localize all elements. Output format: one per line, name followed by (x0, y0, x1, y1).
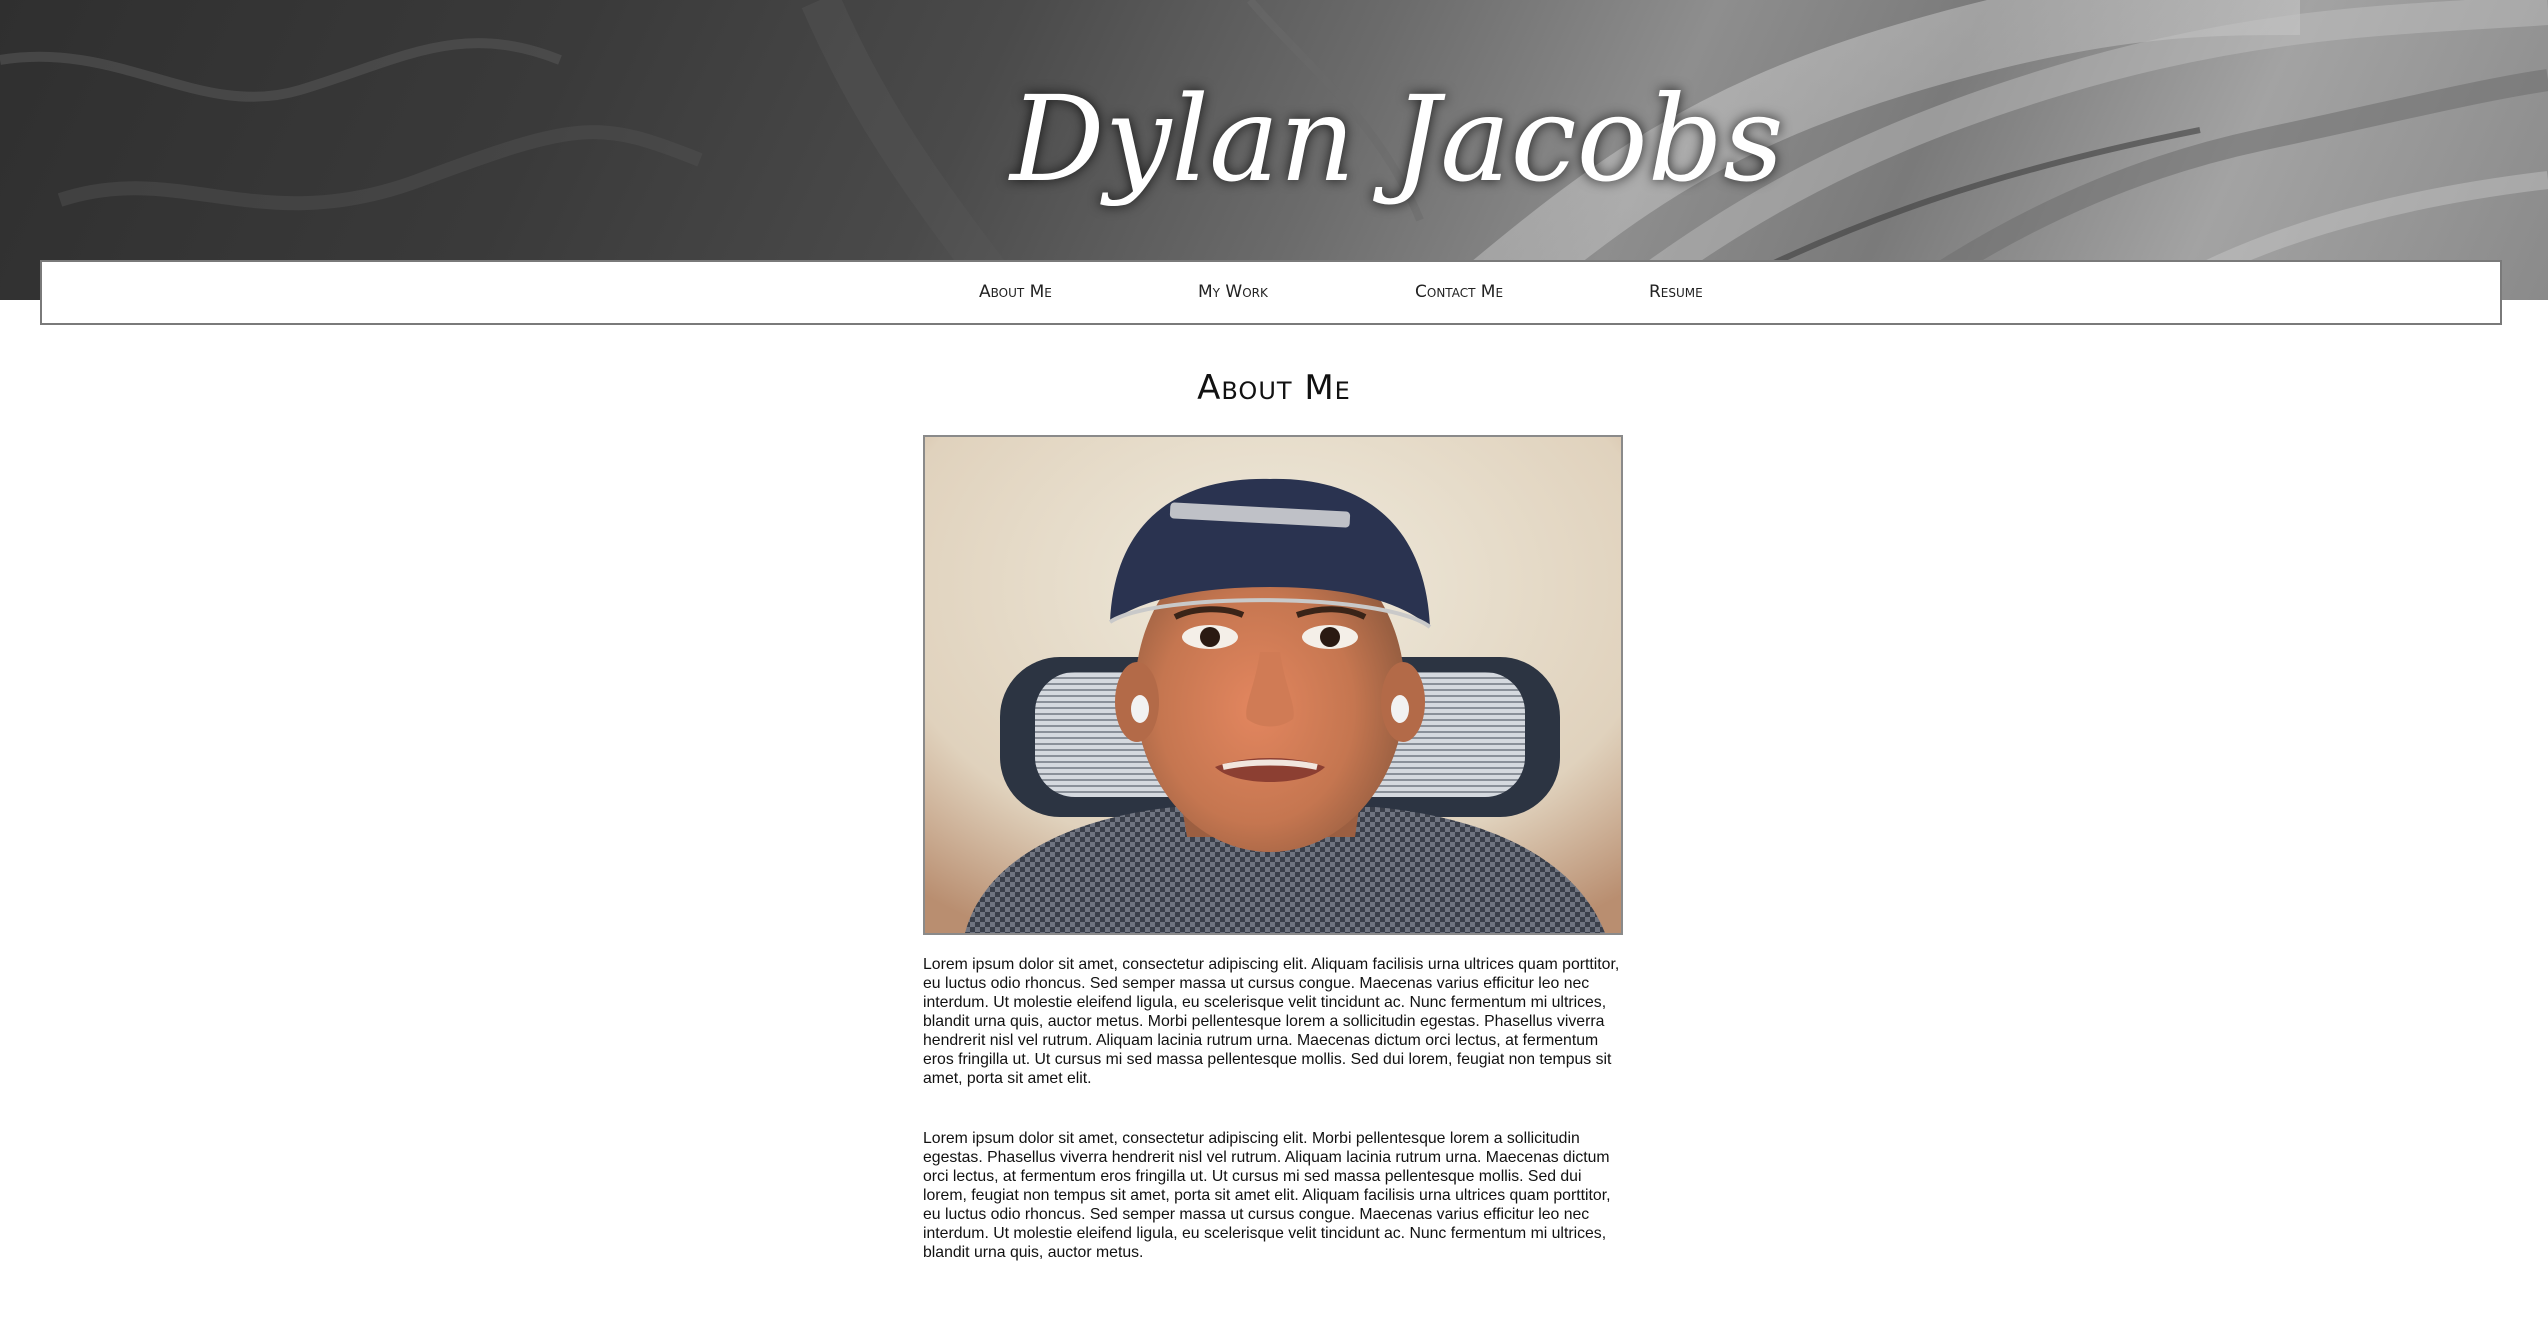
nav-item-contact-me[interactable]: Contact Me (1415, 262, 1503, 323)
page-title: About Me (1197, 368, 1351, 408)
nav-item-resume[interactable]: Resume (1649, 262, 1703, 323)
nav-item-about-me[interactable]: About Me (979, 262, 1052, 323)
main-navigation: About Me My Work Contact Me Resume (40, 260, 2502, 325)
site-logo[interactable]: Dylan Jacobs (1000, 70, 1784, 230)
header-banner: Dylan Jacobs (0, 0, 2548, 300)
about-paragraph-2: Lorem ipsum dolor sit amet, consectetur … (923, 1130, 1611, 1261)
nav-item-my-work[interactable]: My Work (1198, 262, 1268, 323)
profile-photo-image (925, 437, 1621, 933)
about-paragraph-1: Lorem ipsum dolor sit amet, consectetur … (923, 956, 1620, 1087)
profile-photo (923, 435, 1623, 935)
logo-text: Dylan Jacobs (1008, 70, 1784, 208)
